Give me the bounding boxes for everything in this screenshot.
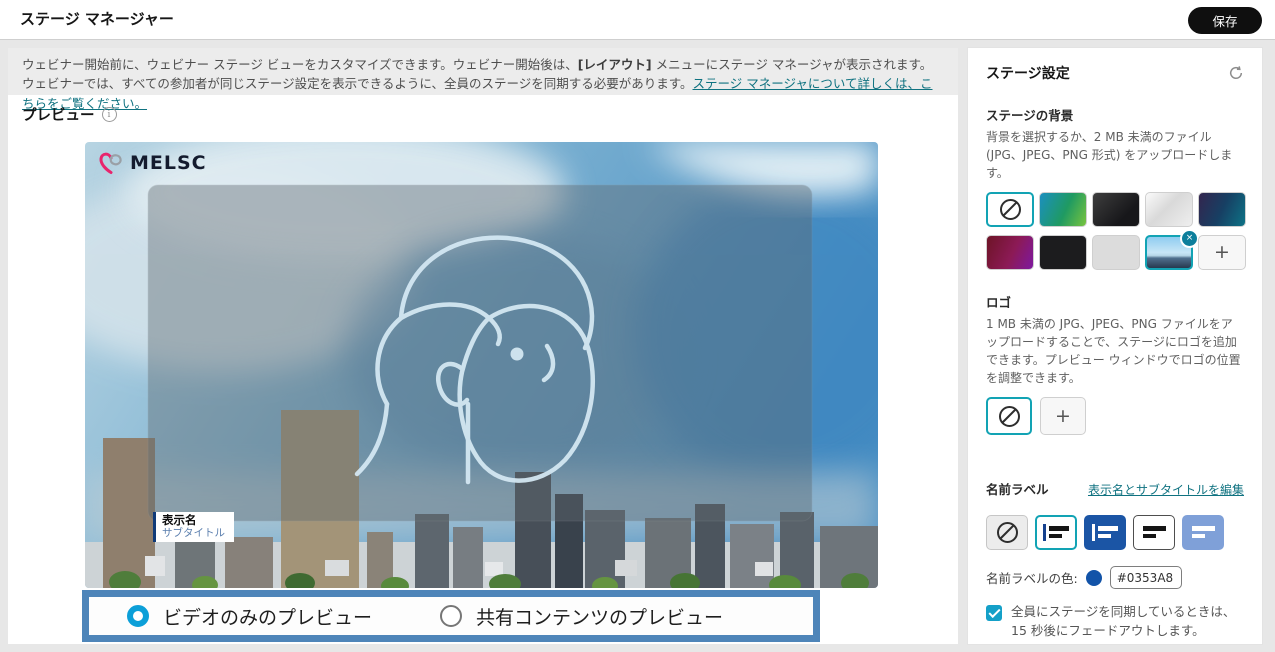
radio-unselected-icon[interactable]	[440, 605, 462, 627]
sidebar-header: ステージ設定	[986, 63, 1244, 83]
label-color-swatch[interactable]	[1086, 570, 1102, 586]
notice-line1: ウェビナー開始前に、ウェビナー ステージ ビューをカスタマイズできます。ウェビナ…	[22, 55, 944, 74]
plus-icon: +	[1055, 407, 1071, 426]
save-button[interactable]: 保存	[1188, 7, 1262, 34]
label-style-preview	[1190, 524, 1217, 541]
sidebar-title: ステージ設定	[986, 63, 1070, 83]
stage-preview[interactable]: MELSC 表示名 サブタイトル	[85, 142, 878, 588]
radio-shared-content-preview[interactable]: 共有コンテンツのプレビュー	[440, 603, 723, 630]
background-option-none[interactable]	[986, 192, 1034, 227]
no-background-icon	[1000, 199, 1021, 220]
preview-heading-row: プレビュー i	[22, 104, 117, 125]
notice-text: ウェビナー開始前に、ウェビナー ステージ ビューをカスタマイズできます。ウェビナ…	[22, 57, 578, 72]
brand-name: MELSC	[130, 152, 207, 174]
radio-video-only-preview[interactable]: ビデオのみのプレビュー	[127, 603, 372, 630]
logo-option-none[interactable]	[986, 397, 1032, 435]
preview-heading: プレビュー	[22, 104, 95, 125]
fadeout-option-row: 全員にステージを同期しているときは、15 秒後にフェードアウトします。	[986, 603, 1244, 641]
background-option-city-photo[interactable]: ×	[1145, 235, 1193, 270]
heart-logo-icon	[98, 150, 124, 176]
logo-heading: ロゴ	[986, 292, 1244, 311]
name-label-header: 名前ラベル 表示名とサブタイトルを編集	[986, 457, 1244, 502]
radio-selected-icon[interactable]	[127, 605, 149, 627]
background-option-navy-teal[interactable]	[1198, 192, 1246, 227]
fadeout-label: 全員にステージを同期しているときは、15 秒後にフェードアウトします。	[1011, 603, 1244, 641]
notice-text: ウェビナーでは、すべての参加者が同じステージ設定を表示できるように、全員のステー…	[22, 76, 693, 91]
refresh-icon[interactable]	[1228, 65, 1244, 81]
plus-icon: +	[1214, 243, 1230, 262]
name-label-color-row: 名前ラベルの色:	[986, 566, 1244, 589]
logo-options: +	[986, 397, 1244, 435]
label-style-light-with-bar[interactable]	[1035, 515, 1077, 550]
no-label-icon	[997, 522, 1018, 543]
name-label-style-options	[986, 515, 1244, 550]
stage-settings-sidebar: ステージ設定 ステージの背景 背景を選択するか、2 MB 未満のファイル (JP…	[968, 48, 1262, 644]
background-options: × +	[986, 192, 1244, 270]
name-label-heading: 名前ラベル	[986, 479, 1049, 498]
main-panel: ウェビナー開始前に、ウェビナー ステージ ビューをカスタマイズできます。ウェビナ…	[8, 48, 958, 644]
notice-bold: [レイアウト]	[578, 57, 652, 72]
no-logo-icon	[999, 406, 1020, 427]
info-icon[interactable]: i	[102, 107, 117, 122]
fadeout-checkbox[interactable]	[986, 605, 1002, 621]
label-style-preview	[1092, 524, 1119, 541]
edit-display-name-link[interactable]: 表示名とサブタイトルを編集	[1088, 481, 1244, 498]
label-style-preview	[1043, 524, 1070, 541]
preview-display-name: 表示名	[162, 514, 225, 527]
background-description: 背景を選択するか、2 MB 未満のファイル (JPG、JPEG、PNG 形式) …	[986, 128, 1244, 182]
radio-label: ビデオのみのプレビュー	[163, 603, 372, 630]
brand-logo: MELSC	[98, 150, 207, 176]
notice-line2: ウェビナーでは、すべての参加者が同じステージ設定を表示できるように、全員のステー…	[22, 74, 944, 113]
notice-text: メニューにステージ マネージャが表示されます。	[652, 57, 933, 72]
remove-background-icon[interactable]: ×	[1180, 229, 1199, 248]
preview-mode-radiogroup: ビデオのみのプレビュー 共有コンテンツのプレビュー	[82, 590, 820, 642]
label-style-preview	[1141, 524, 1168, 541]
label-style-light-plain[interactable]	[1133, 515, 1175, 550]
page-title: ステージ マネージャー	[20, 0, 174, 39]
logo-description: 1 MB 未満の JPG、JPEG、PNG ファイルをアップロードすることで、ス…	[986, 315, 1244, 387]
background-option-teal-green[interactable]	[1039, 192, 1087, 227]
label-style-solid-blue[interactable]	[1084, 515, 1126, 550]
stage-manager-page: ステージ マネージャー 保存 ウェビナー開始前に、ウェビナー ステージ ビューを…	[0, 0, 1275, 652]
label-style-none[interactable]	[986, 515, 1028, 550]
background-option-crimson-purple[interactable]	[986, 235, 1034, 270]
preview-subtitle: サブタイトル	[162, 527, 225, 539]
notice-banner: ウェビナー開始前に、ウェビナー ステージ ビューをカスタマイズできます。ウェビナ…	[8, 48, 958, 95]
background-option-silver[interactable]	[1145, 192, 1193, 227]
background-option-light-gray[interactable]	[1092, 235, 1140, 270]
background-option-add[interactable]: +	[1198, 235, 1246, 270]
background-option-charcoal[interactable]	[1092, 192, 1140, 227]
logo-option-add[interactable]: +	[1040, 397, 1086, 435]
label-style-translucent-blue[interactable]	[1182, 515, 1224, 550]
background-heading: ステージの背景	[986, 105, 1244, 124]
preview-name-label[interactable]: 表示名 サブタイトル	[153, 512, 234, 542]
label-color-caption: 名前ラベルの色:	[986, 568, 1078, 587]
radio-label: 共有コンテンツのプレビュー	[476, 603, 723, 630]
label-color-input[interactable]	[1110, 566, 1182, 589]
background-option-black[interactable]	[1039, 235, 1087, 270]
header: ステージ マネージャー 保存	[0, 0, 1275, 40]
